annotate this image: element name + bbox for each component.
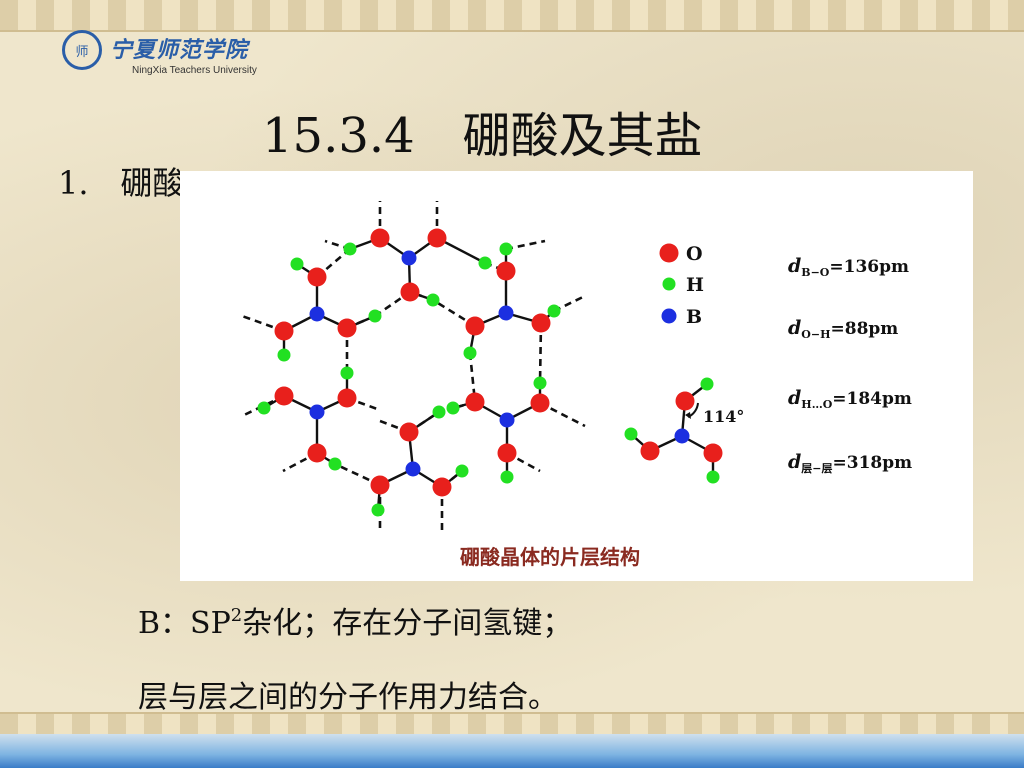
distance-label: d层−层=318pm (788, 451, 912, 475)
university-name-cn: 宁夏师范学院 (110, 37, 249, 63)
body-line-2: 层与层之间的分子作用力结合。 (138, 680, 558, 715)
atom-o (465, 392, 485, 412)
atom-o (307, 443, 327, 463)
atom-h (624, 427, 638, 441)
atom-h (499, 242, 513, 256)
atom-o (370, 475, 390, 495)
atom-o (370, 228, 390, 248)
bond-angle-label: 114° (703, 407, 744, 426)
atom-h (368, 309, 382, 323)
bottom-blue-band (0, 734, 1024, 768)
university-logo: 师 宁夏师范学院 NingXia Teachers University (62, 30, 302, 82)
hybrid-prefix: B：SP (138, 606, 231, 641)
atom-b (405, 461, 421, 477)
figure-caption: 硼酸晶体的片层结构 (460, 545, 640, 569)
atom-o (399, 422, 419, 442)
atom-h (328, 457, 342, 471)
atom-o (337, 318, 357, 338)
body-line-1: B：SP2杂化；存在分子间氢键； (138, 598, 572, 642)
atom-h (547, 304, 561, 318)
atom-h (290, 257, 304, 271)
university-name-en: NingXia Teachers University (132, 65, 257, 76)
atom-h (455, 464, 469, 478)
atom-b (309, 404, 325, 420)
distance-label: dO−H=88pm (788, 317, 898, 341)
atom-h (426, 293, 440, 307)
structure-diagram: OHB 114° dB−O=136pm dO−H=88pm dH…O=184pm d层−层… (241, 201, 912, 569)
atom-o (497, 443, 517, 463)
legend-label-h: H (686, 274, 704, 296)
atom-h (700, 377, 714, 391)
atom-o (432, 477, 452, 497)
atom-h (340, 366, 354, 380)
university-seal-icon: 师 (62, 30, 102, 70)
legend-swatch-h (662, 277, 676, 291)
atom-b (674, 428, 690, 444)
angle-arrow-icon (685, 412, 691, 419)
atom-h (257, 401, 271, 415)
hybrid-superscript: 2 (230, 605, 243, 626)
atom-h (446, 401, 460, 415)
atom-h (463, 346, 477, 360)
atom-o (640, 441, 660, 461)
atom-o (400, 282, 420, 302)
legend-swatch-b (661, 308, 677, 324)
atom-h (500, 470, 514, 484)
atom-o (307, 267, 327, 287)
distance-label: dH…O=184pm (788, 387, 912, 411)
boric-acid-structure-figure: O H B 114° dB−O=136pm dO−H=88pm dH…O=184pm d层−层… (180, 171, 973, 581)
atom-o (703, 443, 723, 463)
atom-h (277, 348, 291, 362)
atom-b (498, 305, 514, 321)
slide-title: 15.3.4 硼酸及其盐 (262, 108, 703, 164)
atom-b (309, 306, 325, 322)
atom-h (533, 376, 547, 390)
top-border (0, 0, 1024, 32)
legend-swatch-o (659, 243, 679, 263)
atom-o (531, 313, 551, 333)
atom-o (496, 261, 516, 281)
atom-h (432, 405, 446, 419)
hybrid-suffix: 杂化；存在分子间氢键； (242, 606, 573, 641)
atom-h (343, 242, 357, 256)
atom-h (371, 503, 385, 517)
atom-o (465, 316, 485, 336)
legend-label-o: O (686, 243, 703, 265)
atom-h (706, 470, 720, 484)
atom-b (499, 412, 515, 428)
atom-o (675, 391, 695, 411)
legend-label-b: B (686, 306, 702, 328)
atom-o (427, 228, 447, 248)
section-heading: 1. 硼酸 (58, 164, 185, 202)
atom-o (274, 386, 294, 406)
atom-h (478, 256, 492, 270)
atom-o (530, 393, 550, 413)
distance-label: dB−O=136pm (788, 255, 909, 279)
atom-o (274, 321, 294, 341)
atom-b (401, 250, 417, 266)
atom-o (337, 388, 357, 408)
